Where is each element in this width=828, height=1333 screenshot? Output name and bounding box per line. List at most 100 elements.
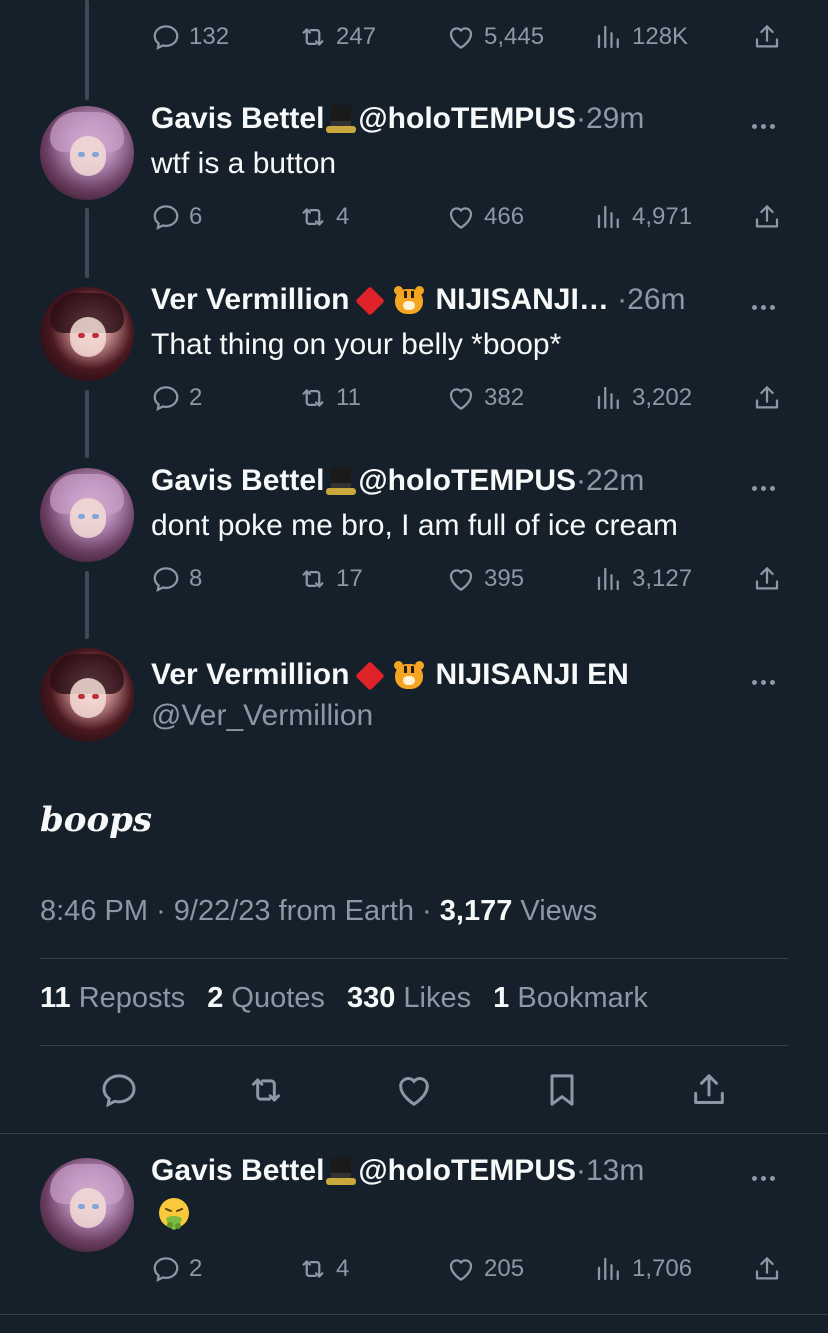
separator-dot: ·	[576, 1154, 586, 1187]
tweet-time[interactable]: 8:46 PM	[40, 895, 148, 927]
like-button[interactable]: 205	[446, 1254, 524, 1284]
repost-icon	[298, 383, 328, 413]
views-button[interactable]: 4,971	[594, 202, 692, 232]
thread-connector	[85, 208, 89, 278]
divider	[0, 1314, 828, 1315]
avatar[interactable]	[40, 106, 134, 200]
repost-button[interactable]: 11	[298, 383, 361, 413]
bookmarks-stat[interactable]: 1 Bookmark	[493, 982, 648, 1014]
tweet-text: wtf is a button	[151, 147, 337, 180]
reposts-count: 11	[40, 982, 71, 1014]
more-icon[interactable]	[752, 478, 786, 498]
views-button[interactable]: 128K	[594, 22, 688, 52]
repost-button[interactable]: 4	[298, 1254, 349, 1284]
views-button[interactable]: 3,127	[594, 564, 692, 594]
reply-icon	[151, 202, 181, 232]
share-button[interactable]	[752, 202, 790, 232]
share-button[interactable]	[752, 383, 790, 413]
repost-button[interactable]: 17	[298, 564, 363, 594]
top-hat-icon	[326, 1155, 357, 1189]
username[interactable]: @holoTEMPUS	[358, 464, 576, 497]
divider	[40, 1045, 788, 1046]
likes-count: 330	[346, 982, 396, 1014]
avatar[interactable]	[40, 468, 134, 562]
display-name[interactable]: Ver Vermillion	[151, 658, 349, 691]
like-icon	[446, 383, 476, 413]
timestamp[interactable]: 29m	[586, 102, 644, 135]
share-button[interactable]	[752, 1254, 790, 1284]
more-icon[interactable]	[752, 1168, 786, 1188]
views-button[interactable]: 1,706	[594, 1254, 692, 1284]
reply-button[interactable]: 2	[151, 1254, 202, 1284]
like-button[interactable]: 5,445	[446, 22, 544, 52]
affiliation[interactable]: NIJISANJI…	[435, 283, 608, 316]
more-icon[interactable]	[752, 672, 786, 692]
views-icon	[594, 202, 624, 232]
username[interactable]: @holoTEMPUS	[358, 1154, 576, 1187]
reply-button[interactable]	[99, 1070, 139, 1110]
reply-count: 8	[189, 565, 203, 592]
reply-button[interactable]: 8	[151, 564, 202, 594]
avatar[interactable]	[40, 648, 134, 742]
reply-button[interactable]: 2	[151, 383, 202, 413]
views-count: 3,177	[439, 895, 513, 927]
share-button[interactable]	[752, 22, 790, 52]
separator-dot: ·	[576, 102, 586, 135]
like-icon	[446, 1254, 476, 1284]
views-icon	[594, 564, 624, 594]
tweet-header: Gavis Bettel @holoTEMPUS·13m	[151, 1153, 644, 1189]
views-button[interactable]: 3,202	[594, 383, 692, 413]
timestamp[interactable]: 26m	[627, 283, 685, 316]
reply-icon	[151, 383, 181, 413]
display-name[interactable]: Gavis Bettel	[151, 464, 324, 497]
repost-button[interactable]: 4	[298, 202, 349, 232]
tiger-icon	[393, 286, 425, 316]
reply-button[interactable]: 6	[151, 202, 202, 232]
top-hat-icon	[326, 103, 357, 137]
reposts-stat[interactable]: 11 Reposts	[40, 982, 185, 1014]
like-button[interactable]: 466	[446, 202, 524, 232]
repost-icon	[298, 22, 328, 52]
affiliation[interactable]: NIJISANJI EN	[435, 658, 628, 691]
repost-button[interactable]: 247	[298, 22, 376, 52]
username[interactable]: @Ver_Vermillion	[151, 698, 373, 734]
like-count: 205	[484, 1255, 525, 1282]
divider	[40, 958, 788, 959]
separator-dot: ·	[617, 283, 628, 316]
quotes-count: 2	[207, 982, 224, 1014]
likes-stat[interactable]: 330 Likes	[347, 982, 471, 1014]
thread-connector	[85, 571, 89, 639]
display-name[interactable]: Gavis Bettel	[151, 1154, 324, 1187]
avatar[interactable]	[40, 287, 134, 381]
like-count: 395	[484, 565, 525, 592]
tweet-text: That thing on your belly *boop*	[151, 328, 562, 361]
like-button[interactable]	[394, 1070, 434, 1110]
share-button[interactable]	[689, 1070, 729, 1110]
share-button[interactable]	[752, 564, 790, 594]
bookmark-icon	[542, 1070, 582, 1110]
timestamp[interactable]: 13m	[586, 1154, 644, 1187]
more-icon[interactable]	[752, 297, 786, 317]
like-button[interactable]: 382	[446, 383, 524, 413]
avatar[interactable]	[40, 1158, 134, 1252]
more-icon[interactable]	[752, 116, 786, 136]
main-tweet-header: Ver Vermillion NIJISANJI EN	[151, 657, 629, 693]
like-icon	[446, 564, 476, 594]
tweet-header: Gavis Bettel @holoTEMPUS·22m	[151, 463, 644, 499]
repost-count: 17	[336, 565, 363, 592]
like-icon	[446, 22, 476, 52]
thread-connector	[85, 390, 89, 458]
reply-button[interactable]: 132	[151, 22, 229, 52]
username[interactable]: @holoTEMPUS	[358, 102, 576, 135]
quotes-stat[interactable]: 2 Quotes	[207, 982, 325, 1014]
display-name[interactable]: Ver Vermillion	[151, 283, 349, 316]
like-button[interactable]: 395	[446, 564, 524, 594]
reply-count: 132	[189, 23, 230, 50]
timestamp[interactable]: 22m	[586, 464, 644, 497]
bookmarks-count: 1	[493, 982, 510, 1014]
like-count: 382	[484, 384, 525, 411]
views-count: 3,202	[632, 384, 693, 411]
bookmark-button[interactable]	[542, 1070, 582, 1110]
repost-button[interactable]	[246, 1070, 286, 1110]
display-name[interactable]: Gavis Bettel	[151, 102, 324, 135]
